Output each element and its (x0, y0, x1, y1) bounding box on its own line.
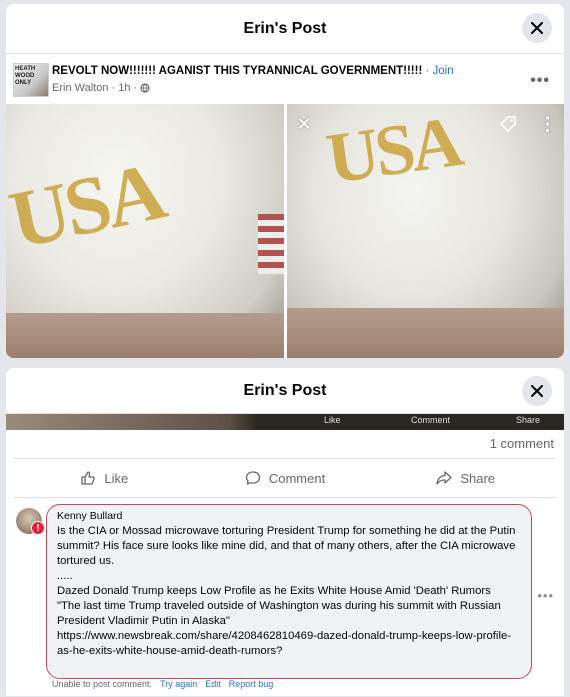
post-photos: USA USA ✕ ⋮ (6, 104, 564, 358)
post-meta: Erin Walton · 1h · (52, 82, 150, 94)
flag-patch (257, 214, 284, 274)
group-name-line: REVOLT NOW!!!!!!! AGANIST THIS TYRANNICA… (52, 65, 454, 77)
comment-bubble: Kenny Bullard Is the CIA or Mossad micro… (46, 504, 532, 679)
more-options-icon[interactable]: ••• (530, 72, 550, 90)
comment-status-line: Unable to post comment. Try again Edit R… (52, 679, 273, 689)
strip-like-label: Like (324, 415, 341, 425)
modal-header: Erin's Post (6, 368, 564, 414)
close-icon (531, 22, 543, 34)
photo-right[interactable]: USA ✕ ⋮ (286, 104, 564, 358)
modal-title: Erin's Post (243, 381, 327, 399)
comment-bubble-icon (245, 471, 260, 486)
modal-title: Erin's Post (243, 19, 327, 37)
globe-icon (140, 83, 150, 93)
comment-more-icon[interactable]: ••• (537, 588, 554, 603)
comment-count[interactable]: 1 comment (6, 430, 564, 458)
photo-left-cap-text: USA (6, 145, 170, 266)
edit-link[interactable]: Edit (205, 679, 221, 689)
share-arrow-icon (436, 471, 452, 485)
join-link[interactable]: Join (433, 65, 454, 77)
scrolled-content-strip: Like Comment Share (6, 414, 564, 430)
strip-share-label: Share (516, 415, 541, 425)
comment-text: Is the CIA or Mossad microwave torturing… (57, 525, 516, 657)
close-button[interactable] (522, 376, 552, 406)
photo-right-face (286, 308, 564, 358)
modal-header: Erin's Post (6, 4, 564, 54)
strip-comment-label: Comment (411, 415, 451, 425)
more-vertical-icon[interactable]: ⋮ (539, 114, 557, 135)
comment-button[interactable]: Comment (195, 459, 376, 497)
close-icon (531, 385, 543, 397)
comment-item: ! Kenny Bullard Is the CIA or Mossad mic… (6, 498, 564, 688)
report-bug-link[interactable]: Report bug (229, 679, 274, 689)
post-header: HEATH WOOD ONLY REVOLT NOW!!!!!!! AGANIS… (6, 54, 564, 104)
post-modal-top: Erin's Post HEATH WOOD ONLY REVOLT NOW!!… (6, 4, 564, 358)
group-avatar-text: HEATH WOOD ONLY (15, 66, 36, 86)
like-label: Like (104, 470, 129, 486)
join-separator: · (422, 65, 433, 77)
close-photo-icon[interactable]: ✕ (297, 114, 312, 135)
post-modal-bottom: Erin's Post Like Comment Share 1 comment… (6, 368, 564, 696)
comment-author[interactable]: Kenny Bullard (57, 510, 521, 522)
error-alert-icon: ! (31, 521, 45, 535)
author-time[interactable]: Erin Walton · 1h · (52, 82, 137, 94)
try-again-link[interactable]: Try again (160, 679, 197, 689)
action-bar: Like Comment Share (14, 458, 556, 498)
group-avatar[interactable]: HEATH WOOD ONLY (13, 63, 49, 97)
share-label: Share (460, 470, 496, 486)
thumbs-up-icon (81, 471, 96, 485)
group-name[interactable]: REVOLT NOW!!!!!!! AGANIST THIS TYRANNICA… (52, 65, 422, 77)
post-error-text: Unable to post comment. (52, 679, 153, 689)
tag-icon[interactable] (499, 115, 517, 133)
like-button[interactable]: Like (14, 459, 195, 497)
close-button[interactable] (522, 13, 552, 43)
comment-label: Comment (268, 470, 326, 486)
photo-left[interactable]: USA (6, 104, 284, 358)
photo-left-face (6, 313, 284, 358)
photo-right-cap-text: USA (321, 104, 464, 199)
share-button[interactable]: Share (375, 459, 556, 497)
